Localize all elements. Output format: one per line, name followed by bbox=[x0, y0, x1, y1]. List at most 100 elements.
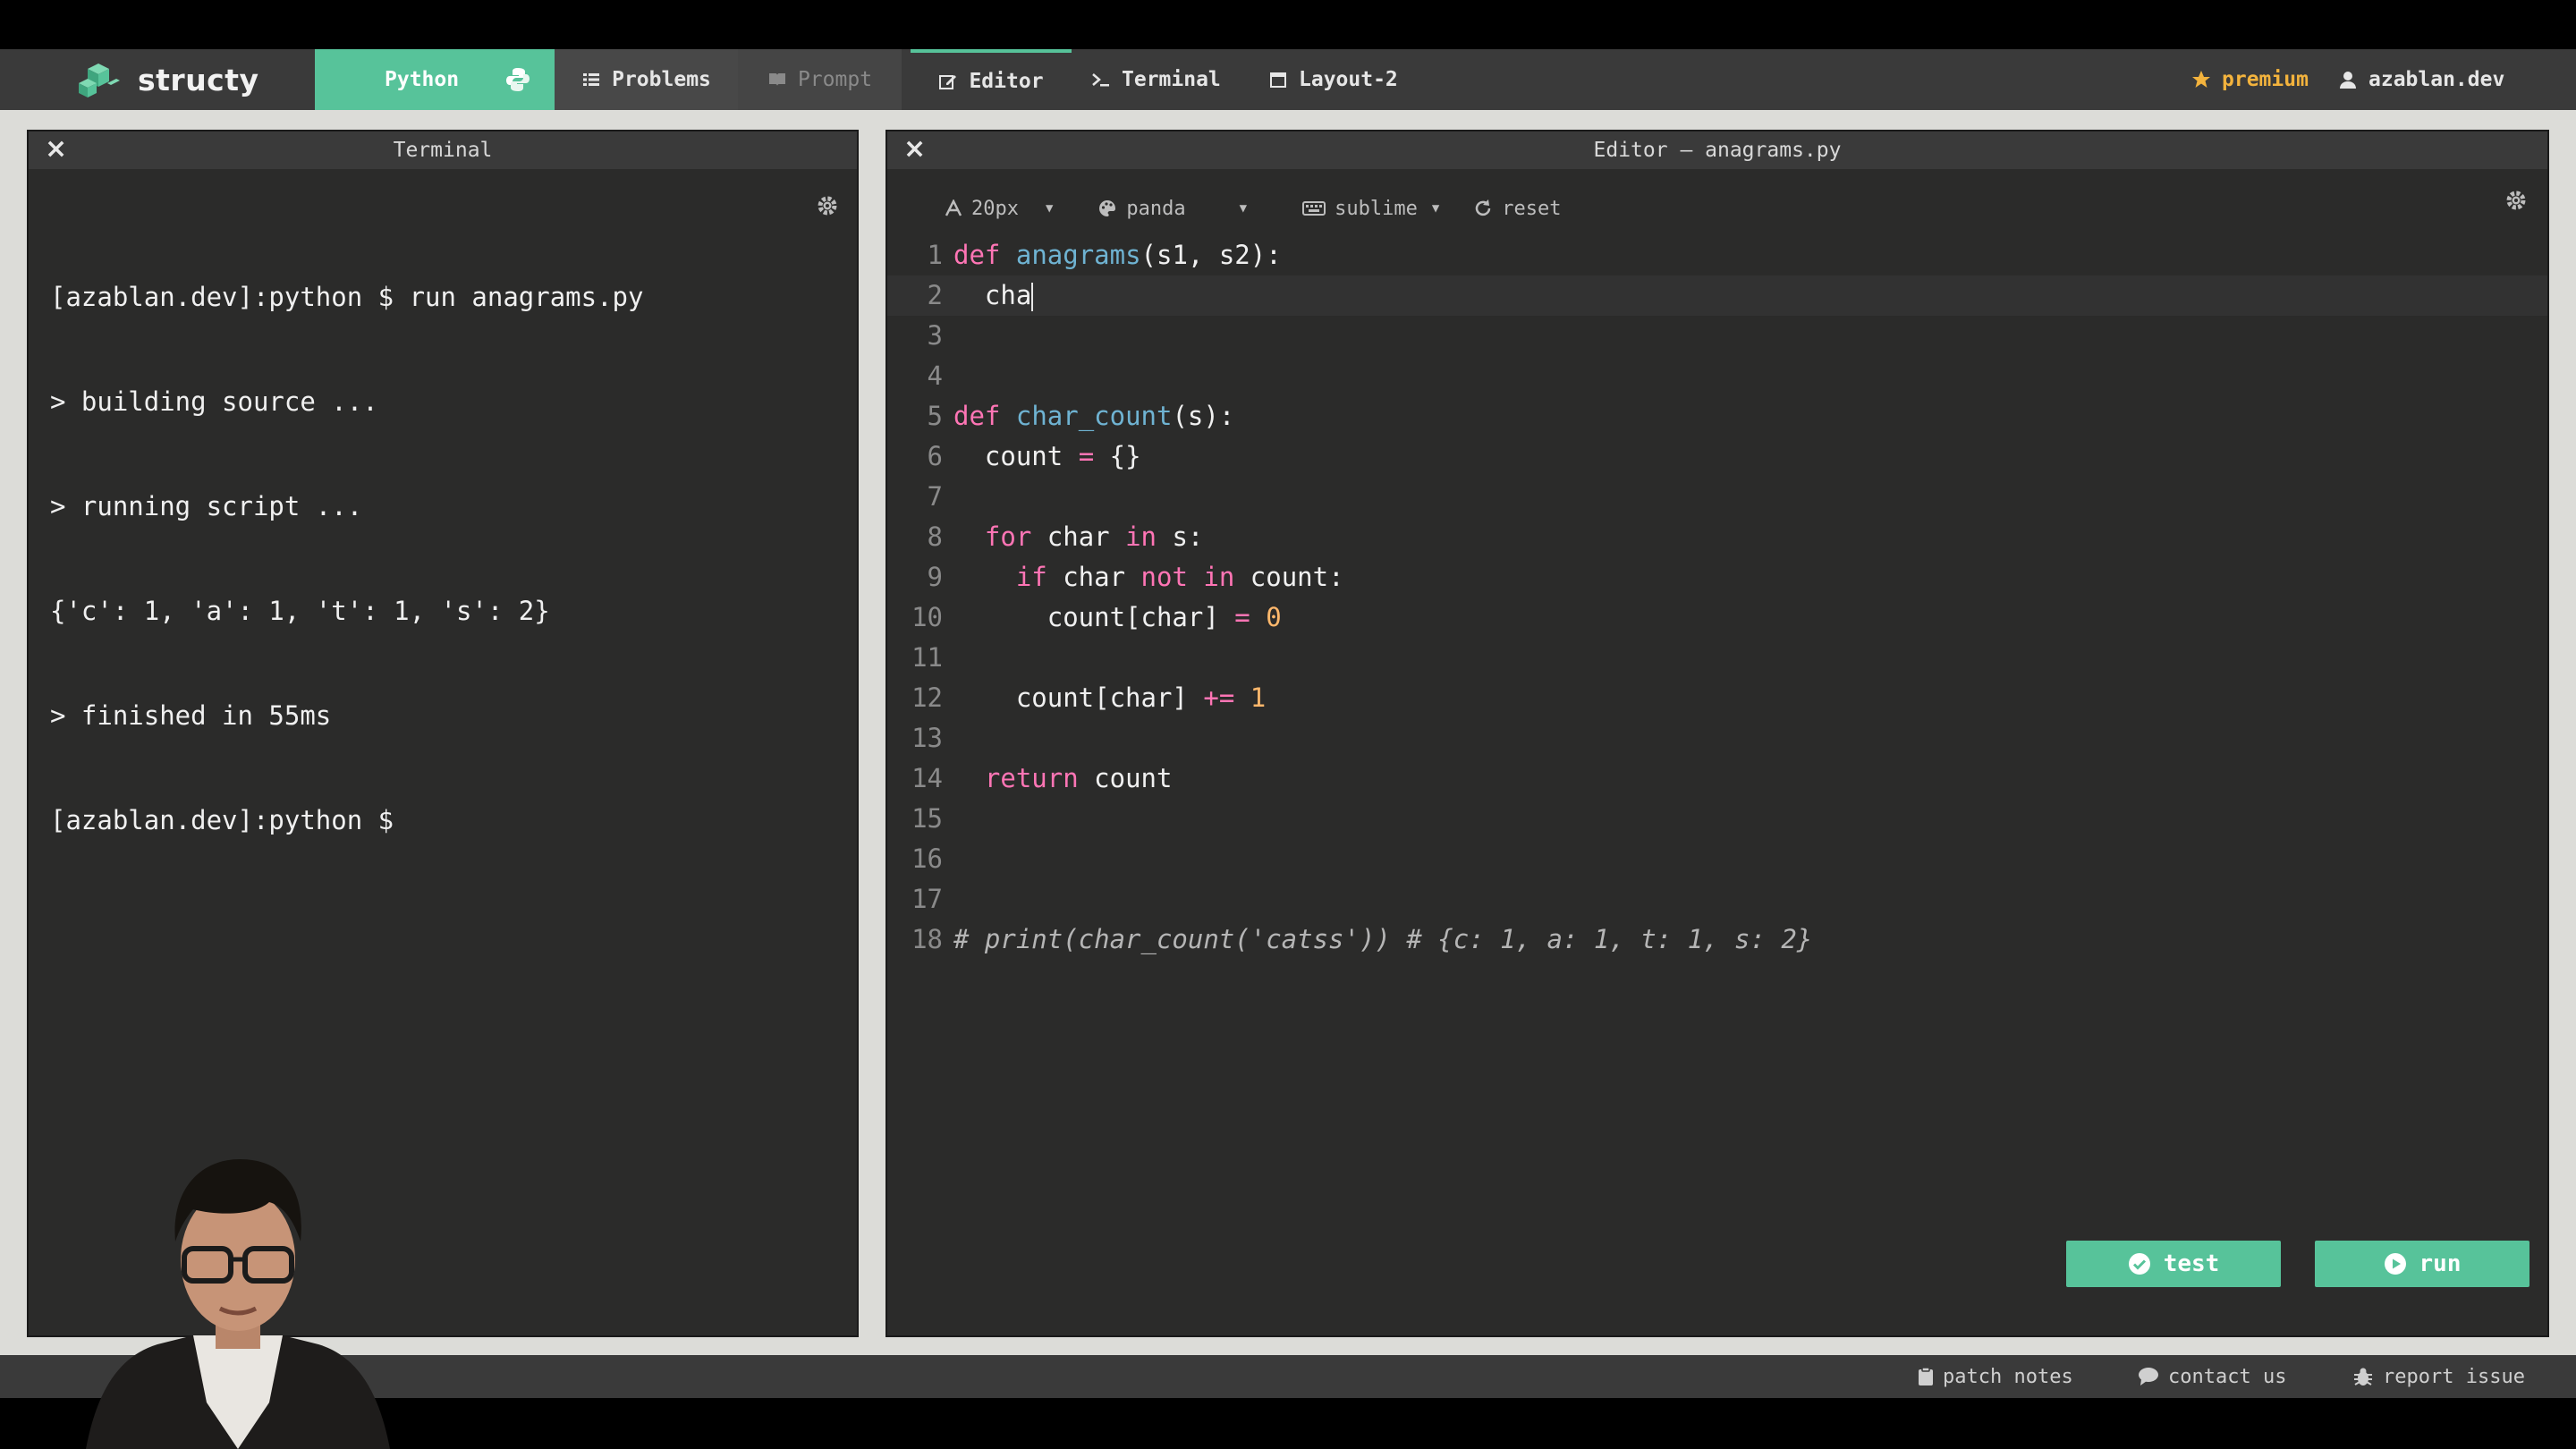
code-line[interactable]: 17 bbox=[887, 879, 2547, 919]
gear-icon[interactable] bbox=[2504, 189, 2528, 212]
language-label: Python bbox=[385, 68, 460, 91]
code-token: 1 bbox=[1250, 682, 1267, 713]
editor-panel: × Editor — anagrams.py 20px ▼ panda ▼ su… bbox=[886, 130, 2549, 1337]
code-token: in bbox=[1125, 521, 1157, 552]
code-line[interactable]: 5 def char_count(s): bbox=[887, 396, 2547, 436]
nav-problems[interactable]: Problems bbox=[555, 49, 738, 110]
list-icon bbox=[583, 73, 600, 86]
code-token: char bbox=[1046, 562, 1141, 592]
code-token: def bbox=[953, 240, 1001, 270]
code-token: s: bbox=[1157, 521, 1204, 552]
logo[interactable]: structy bbox=[75, 58, 259, 101]
line-number: 11 bbox=[911, 642, 943, 673]
keymap-value: sublime bbox=[1335, 197, 1418, 220]
line-number: 18 bbox=[911, 924, 943, 954]
bug-icon bbox=[2354, 1368, 2372, 1385]
code-line[interactable]: 3 bbox=[887, 316, 2547, 356]
terminal-line: [azablan.dev]:python $ run anagrams.py bbox=[50, 282, 644, 312]
code-token: 0 bbox=[1266, 602, 1282, 632]
caret-down-icon: ▼ bbox=[1239, 201, 1248, 216]
code-text: def anagrams(s1, s2): bbox=[953, 235, 1282, 275]
code-token: count bbox=[1078, 763, 1173, 793]
line-number: 10 bbox=[911, 602, 943, 632]
terminal-line: [azablan.dev]:python $ bbox=[50, 805, 394, 835]
code-token: count: bbox=[1234, 562, 1344, 592]
code-line[interactable]: 8 for char in s: bbox=[887, 517, 2547, 557]
nav-layout[interactable]: Layout-2 bbox=[1268, 49, 1398, 110]
code-token: return bbox=[984, 763, 1079, 793]
nav-prompt[interactable]: Prompt bbox=[738, 49, 902, 110]
line-number: 14 bbox=[911, 763, 943, 793]
clipboard-icon bbox=[1919, 1367, 1933, 1385]
language-selector[interactable]: Python bbox=[315, 49, 555, 110]
close-icon[interactable]: × bbox=[45, 136, 67, 163]
gear-icon[interactable] bbox=[816, 194, 839, 217]
code-line[interactable]: 2 cha bbox=[887, 275, 2547, 316]
keymap-select[interactable]: sublime ▼ bbox=[1302, 198, 1439, 220]
contact-us-label: contact us bbox=[2168, 1365, 2287, 1388]
line-number: 13 bbox=[911, 723, 943, 753]
code-line[interactable]: 6 count = {} bbox=[887, 436, 2547, 477]
webcam-video bbox=[86, 1159, 390, 1449]
code-token: (s): bbox=[1172, 401, 1235, 431]
terminal-output[interactable]: [azablan.dev]:python $ run anagrams.py >… bbox=[50, 210, 643, 908]
code-line[interactable]: 15 bbox=[887, 799, 2547, 839]
test-button[interactable]: test bbox=[2066, 1241, 2281, 1287]
code-line[interactable]: 12 count[char] += 1 bbox=[887, 678, 2547, 718]
code-line[interactable]: 1 def anagrams(s1, s2): bbox=[887, 235, 2547, 275]
python-icon bbox=[506, 68, 530, 91]
nav-premium[interactable]: premium bbox=[2191, 49, 2309, 110]
code-line[interactable]: 9 if char not in count: bbox=[887, 557, 2547, 597]
reset-button[interactable]: reset bbox=[1473, 198, 1561, 220]
structy-logo-icon bbox=[79, 64, 120, 97]
code-line[interactable]: 13 bbox=[887, 718, 2547, 758]
theme-select[interactable]: panda ▼ bbox=[1097, 198, 1247, 220]
chat-icon bbox=[2139, 1368, 2158, 1385]
close-icon[interactable]: × bbox=[903, 136, 926, 163]
reset-icon bbox=[1476, 199, 1491, 216]
play-circle-icon bbox=[2384, 1253, 2406, 1275]
line-number: 12 bbox=[911, 682, 943, 713]
code-text: if char not in count: bbox=[953, 557, 1344, 597]
code-text: # print(char_count('catss')) # {c: 1, a:… bbox=[953, 919, 1812, 960]
code-editor[interactable]: 1 def anagrams(s1, s2): 2 cha 3 4 5 def char_c… bbox=[887, 235, 2547, 960]
code-token: = bbox=[1078, 441, 1095, 471]
code-token: += bbox=[1203, 682, 1235, 713]
terminal-icon bbox=[1092, 73, 1109, 87]
report-issue-link[interactable]: report issue bbox=[2352, 1355, 2525, 1398]
patch-notes-link[interactable]: patch notes bbox=[1918, 1355, 2073, 1398]
nav-user[interactable]: azablan.dev bbox=[2338, 49, 2504, 110]
code-line[interactable]: 11 bbox=[887, 638, 2547, 678]
line-number: 16 bbox=[911, 843, 943, 874]
code-line[interactable]: 4 bbox=[887, 356, 2547, 396]
nav-editor-label: Editor bbox=[969, 70, 1044, 93]
terminal-title: Terminal bbox=[393, 139, 493, 162]
code-line[interactable]: 16 bbox=[887, 839, 2547, 879]
code-text: count[char] += 1 bbox=[953, 678, 1266, 718]
line-number: 9 bbox=[927, 562, 943, 592]
code-line[interactable]: 14 return count bbox=[887, 758, 2547, 799]
run-button[interactable]: run bbox=[2315, 1241, 2529, 1287]
contact-us-link[interactable]: contact us bbox=[2138, 1355, 2286, 1398]
nav-problems-label: Problems bbox=[612, 68, 711, 91]
book-icon bbox=[768, 73, 785, 86]
code-line[interactable]: 7 bbox=[887, 477, 2547, 517]
nav-terminal[interactable]: Terminal bbox=[1091, 49, 1221, 110]
nav-editor[interactable]: Editor bbox=[911, 49, 1072, 110]
code-token: not bbox=[1140, 562, 1188, 592]
palette-icon bbox=[1099, 200, 1116, 216]
code-token: (s1, s2): bbox=[1140, 240, 1282, 270]
line-number: 7 bbox=[927, 481, 943, 512]
line-number: 15 bbox=[911, 803, 943, 834]
font-size-select[interactable]: 20px ▼ bbox=[945, 198, 1053, 220]
caret-down-icon: ▼ bbox=[1431, 201, 1440, 216]
editor-title: Editor — anagrams.py bbox=[1593, 139, 1842, 162]
code-line[interactable]: 10 count[char] = 0 bbox=[887, 597, 2547, 638]
nav-terminal-label: Terminal bbox=[1122, 68, 1221, 91]
code-token: count[char] bbox=[953, 602, 1235, 632]
code-token: def bbox=[953, 401, 1001, 431]
reset-label: reset bbox=[1502, 197, 1562, 220]
code-line[interactable]: 18 # print(char_count('catss')) # {c: 1, … bbox=[887, 919, 2547, 960]
